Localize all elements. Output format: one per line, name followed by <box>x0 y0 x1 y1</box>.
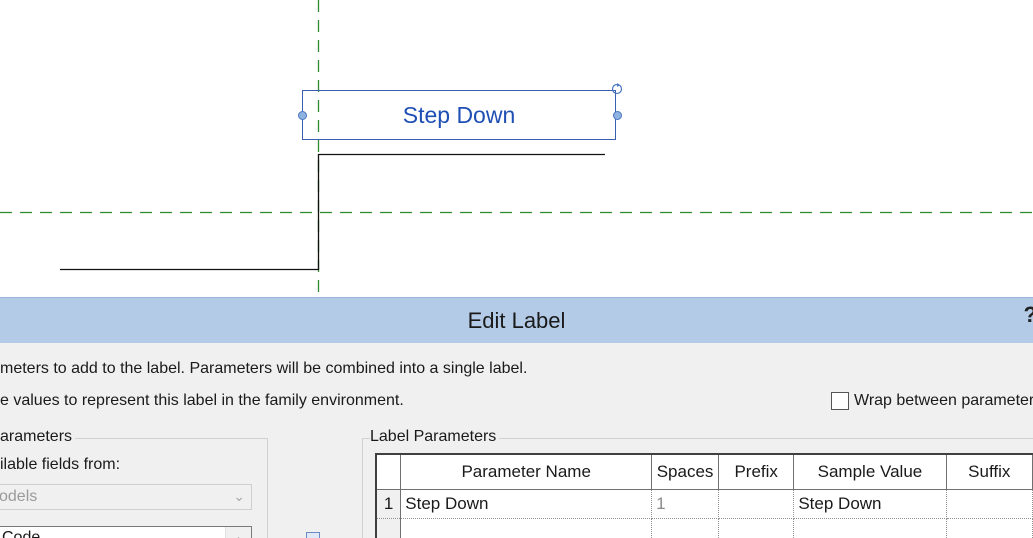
wrap-checkbox-label: Wrap between parameters only <box>854 392 1033 409</box>
dialog-titlebar[interactable]: Edit Label ? <box>0 298 1033 343</box>
available-fields-list[interactable]: Code ▲ <box>0 526 252 538</box>
cell-spaces[interactable] <box>651 518 720 538</box>
dialog-title: Edit Label <box>467 307 566 333</box>
help-icon[interactable]: ? <box>1024 302 1033 328</box>
right-drag-grip[interactable] <box>613 111 622 120</box>
category-select-value: odels <box>0 488 38 505</box>
col-prefix[interactable]: Prefix <box>718 453 795 490</box>
cell-suffix[interactable] <box>946 489 1033 519</box>
list-item[interactable]: Code <box>2 529 40 538</box>
col-sample-value[interactable]: Sample Value <box>793 453 947 490</box>
instruction-line-2: e values to represent this label in the … <box>0 392 404 409</box>
table-header-row: Parameter Name Spaces Prefix Sample Valu… <box>375 453 1033 490</box>
category-parameters-title: arameters <box>0 428 76 446</box>
category-select[interactable]: odels ⌄ <box>0 484 252 510</box>
chevron-down-icon: ⌄ <box>233 488 245 504</box>
scroll-up-arrow-icon[interactable]: ▲ <box>225 527 251 538</box>
row-number: 1 <box>375 489 402 519</box>
col-spaces[interactable]: Spaces <box>651 453 720 490</box>
cell-parameter-name[interactable] <box>400 518 653 538</box>
wrap-checkbox[interactable] <box>831 392 849 410</box>
col-suffix[interactable]: Suffix <box>945 453 1033 490</box>
edit-label-dialog: Edit Label ? meters to add to the label.… <box>0 297 1033 538</box>
label-parameters-title: Label Parameters <box>370 428 500 446</box>
row-number-header <box>375 453 402 490</box>
drawing-canvas[interactable]: Step Down <box>0 0 1033 297</box>
step-down-label[interactable]: Step Down <box>302 90 616 140</box>
rotate-icon[interactable] <box>610 82 624 96</box>
table-row[interactable] <box>375 518 1033 538</box>
left-drag-grip[interactable] <box>298 111 307 120</box>
canvas-geometry <box>0 0 1033 297</box>
cell-sample-value[interactable] <box>793 518 947 538</box>
row-number <box>375 518 402 538</box>
cell-sample-value[interactable]: Step Down <box>793 489 947 519</box>
col-parameter-name[interactable]: Parameter Name <box>400 453 653 490</box>
table-row[interactable]: 1 Step Down 1 Step Down <box>375 489 1033 519</box>
revit-family-editor: Step Down Edit Label ? meters to add to … <box>0 0 1033 538</box>
add-parameter-button[interactable] <box>306 532 320 538</box>
label-parameters-table: Parameter Name Spaces Prefix Sample Valu… <box>375 453 1033 538</box>
fields-from-label: ilable fields from: <box>0 456 121 473</box>
cell-spaces[interactable]: 1 <box>651 489 720 519</box>
cell-parameter-name[interactable]: Step Down <box>400 489 653 519</box>
instruction-line-1: meters to add to the label. Parameters w… <box>0 360 528 377</box>
cell-prefix[interactable] <box>718 489 795 519</box>
wrap-between-parameters-option[interactable]: Wrap between parameters only <box>831 392 1033 410</box>
label-text: Step Down <box>402 101 516 128</box>
cell-prefix[interactable] <box>718 518 795 538</box>
cell-suffix[interactable] <box>946 518 1033 538</box>
